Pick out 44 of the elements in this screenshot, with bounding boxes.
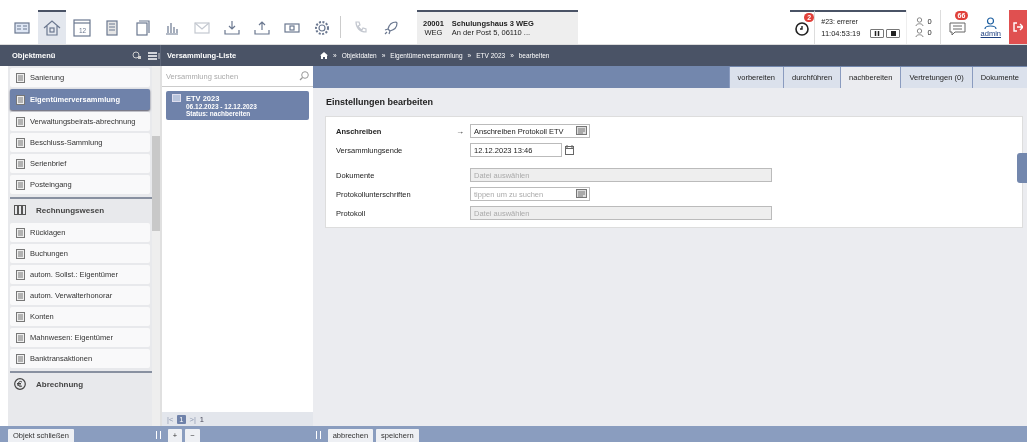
- download-icon: [222, 18, 242, 38]
- document-icon: [16, 269, 25, 280]
- tools-icon[interactable]: [132, 51, 142, 60]
- document-icon: [16, 72, 25, 83]
- calendar-icon[interactable]: [565, 145, 574, 155]
- message-icon[interactable]: [948, 19, 967, 35]
- search-icon: [299, 71, 309, 81]
- stop-icon: [890, 31, 896, 36]
- euro-icon: [14, 378, 26, 390]
- document-icon: [16, 179, 25, 190]
- splitter-handle[interactable]: [315, 431, 321, 439]
- document-icon: [16, 94, 25, 105]
- document-icon: [16, 116, 25, 127]
- clock-icon[interactable]: [794, 20, 811, 36]
- list-icon[interactable]: [576, 126, 587, 135]
- home-icon[interactable]: [320, 52, 328, 59]
- calendar-icon: [72, 18, 92, 38]
- document-icon: [16, 290, 25, 301]
- arrow-marker: →: [456, 126, 464, 136]
- scrollbar-thumb[interactable]: [152, 136, 160, 231]
- user-icon: [984, 16, 998, 29]
- menu-icon[interactable]: [148, 51, 160, 60]
- person-icon[interactable]: [915, 17, 925, 26]
- document-icon: [16, 137, 25, 148]
- document-icon: [16, 248, 25, 259]
- filter-handle[interactable]: [1017, 153, 1027, 183]
- splitter-handle[interactable]: [155, 431, 161, 439]
- document-icon: [16, 311, 25, 322]
- columns-icon: [14, 205, 26, 215]
- list-icon[interactable]: [576, 189, 587, 198]
- document-icon: [16, 158, 25, 169]
- logout-button[interactable]: [1009, 10, 1027, 44]
- pause-icon: [874, 31, 881, 36]
- document-icon: [16, 353, 25, 364]
- document-icon: [16, 332, 25, 343]
- section-title: Einstellungen bearbeiten: [326, 97, 435, 107]
- document-icon: [16, 227, 25, 238]
- gear-icon: [312, 18, 332, 38]
- stop-button[interactable]: [886, 29, 901, 38]
- person-icon[interactable]: [915, 28, 925, 37]
- toolbar-button[interactable]: [38, 10, 66, 44]
- home-icon: [42, 18, 62, 38]
- logout-icon: [1013, 22, 1023, 32]
- pause-button[interactable]: [870, 29, 885, 38]
